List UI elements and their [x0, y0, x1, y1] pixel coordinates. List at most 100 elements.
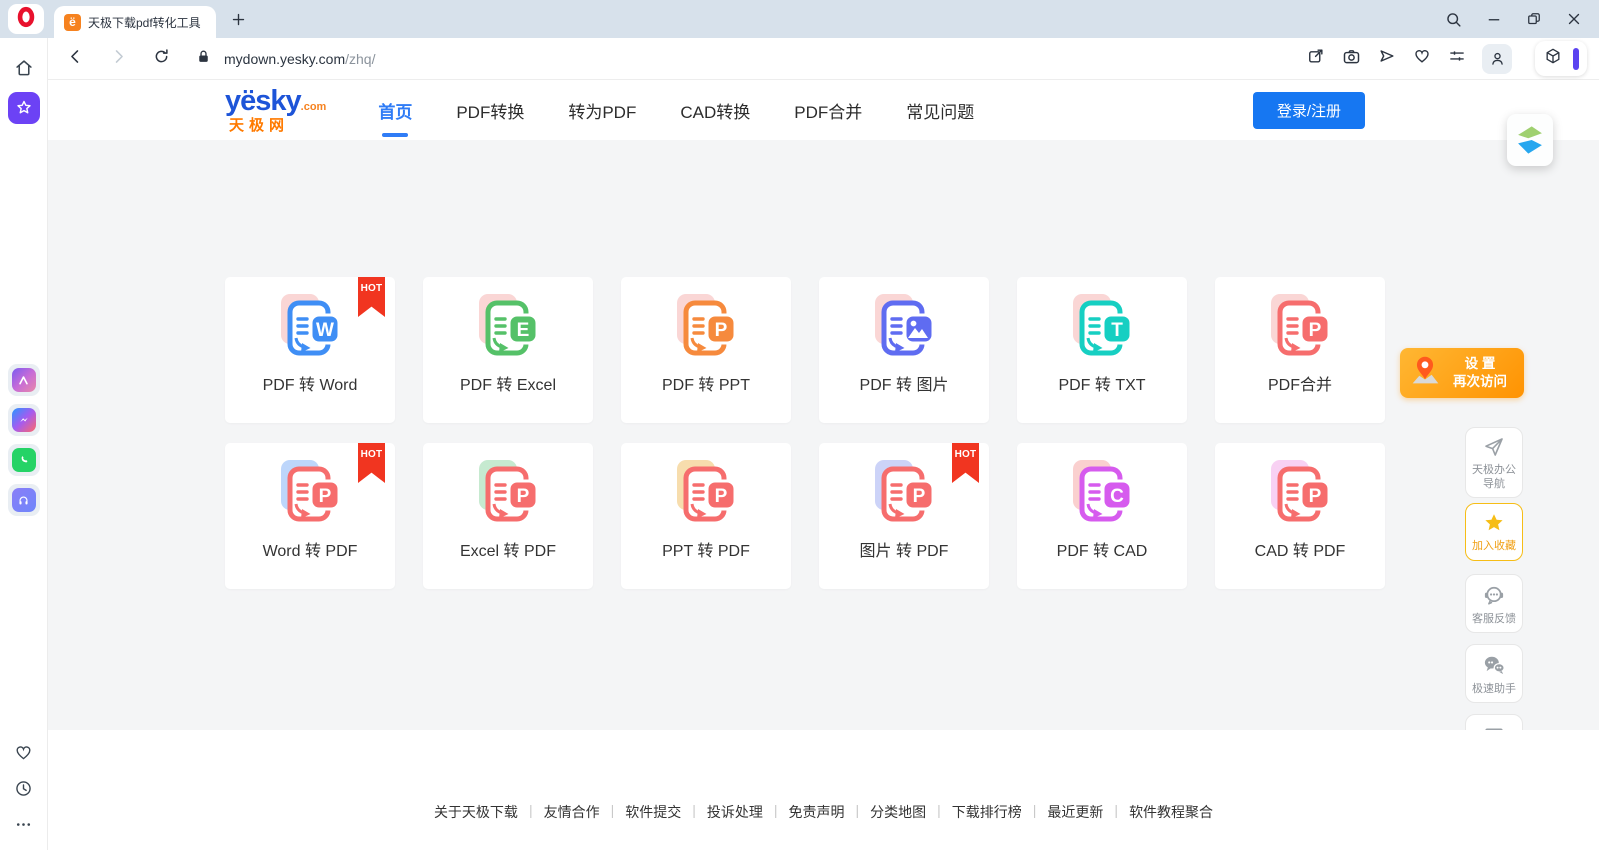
paper-plane-icon [1482, 435, 1506, 464]
tool-icon: W [273, 288, 347, 367]
share-page-icon[interactable] [1306, 46, 1326, 71]
tool-icon: P [867, 454, 941, 533]
home-icon[interactable] [8, 52, 40, 84]
player-headphones-app-icon[interactable] [8, 484, 40, 516]
tool-card-label: Word 转 PDF [263, 537, 358, 561]
history-clock-icon[interactable] [13, 778, 34, 804]
floating-widget[interactable]: 天极办公导航 [1465, 427, 1523, 498]
browser-tab[interactable]: ë 天极下载pdf转化工具 [54, 6, 216, 38]
footer-link[interactable]: 关于天极下载 [434, 802, 518, 822]
svg-text:T: T [1111, 320, 1123, 341]
nav-item[interactable]: 常见问题 [906, 90, 974, 131]
tool-card[interactable]: PPPT 转 PDF [621, 443, 791, 589]
footer-link[interactable]: 友情合作 [544, 802, 600, 822]
tool-card-label: PDF 转 图片 [860, 371, 949, 395]
restore-button[interactable] [1525, 10, 1543, 28]
hot-badge: HOT [358, 277, 385, 317]
bookmarks-heart-icon[interactable] [13, 742, 34, 768]
svg-text:P: P [913, 486, 926, 507]
url-path: /zhq/ [345, 51, 375, 67]
tool-card-label: PDF 转 Excel [460, 371, 556, 395]
forward-icon[interactable] [109, 47, 128, 71]
tool-card-label: Excel 转 PDF [460, 537, 556, 561]
favorites-heart-icon[interactable] [1412, 46, 1432, 71]
footer-separator: | [1114, 802, 1118, 818]
tool-card-label: PDF 转 TXT [1058, 371, 1145, 395]
back-icon[interactable] [66, 47, 85, 71]
tool-icon: P [669, 288, 743, 367]
new-tab-button[interactable] [226, 7, 250, 31]
whatsapp-app-icon[interactable] [8, 444, 40, 476]
hot-badge: HOT [358, 443, 385, 483]
footer-separator: | [692, 802, 696, 818]
star-icon [1482, 511, 1506, 540]
tool-card[interactable]: PExcel 转 PDF [423, 443, 593, 589]
widget-label: 加入收藏 [1472, 540, 1516, 554]
aria-app-icon[interactable] [8, 364, 40, 396]
tool-card[interactable]: PCAD 转 PDF [1215, 443, 1385, 589]
footer-link[interactable]: 软件教程聚合 [1129, 802, 1213, 822]
close-button[interactable] [1565, 10, 1583, 28]
nav-item[interactable]: CAD转换 [680, 90, 750, 131]
banner-line1: 设 置 [1465, 356, 1496, 371]
minimize-button[interactable] [1485, 10, 1503, 28]
sidebar-panel-toggle[interactable] [1573, 48, 1579, 70]
sidebar-more-icon[interactable] [13, 814, 34, 840]
chat-icon [1481, 652, 1507, 683]
tool-card-label: PDF 转 CAD [1057, 537, 1148, 561]
pinboard-star-button[interactable] [8, 92, 40, 124]
footer-link[interactable]: 下载排行榜 [952, 802, 1022, 822]
messenger-app-icon[interactable] [8, 404, 40, 436]
login-register-button[interactable]: 登录/注册 [1253, 92, 1365, 129]
hot-badge: HOT [952, 443, 979, 483]
opera-logo-icon [15, 6, 37, 33]
footer-link[interactable]: 软件提交 [625, 802, 681, 822]
tool-card[interactable]: EPDF 转 Excel [423, 277, 593, 423]
snapshot-camera-icon[interactable] [1341, 46, 1362, 72]
footer-links: 关于天极下载|友情合作|软件提交|投诉处理|免责声明|分类地图|下载排行榜|最近… [434, 802, 1213, 850]
opera-menu-button[interactable] [8, 4, 44, 34]
tool-icon [867, 288, 941, 367]
extension-cube-icon[interactable] [1543, 46, 1563, 71]
floating-widget[interactable]: 加入收藏 [1465, 503, 1523, 561]
converter-float-logo[interactable] [1507, 114, 1553, 166]
map-pin-icon [1406, 352, 1444, 395]
tool-icon: P [1263, 288, 1337, 367]
footer-link[interactable]: 分类地图 [870, 802, 926, 822]
floating-widget[interactable]: 客服反馈 [1465, 574, 1523, 633]
nav-item[interactable]: PDF合并 [794, 90, 862, 131]
footer-link[interactable]: 最近更新 [1047, 802, 1103, 822]
nav-item[interactable]: PDF转换 [456, 90, 524, 131]
profile-icon[interactable] [1482, 44, 1512, 74]
svg-text:C: C [1110, 486, 1124, 507]
revisit-banner[interactable]: 设 置 再次访问 [1400, 348, 1524, 398]
tool-card[interactable]: HOT P Word 转 PDF [225, 443, 395, 589]
yesky-logo[interactable]: yësky.com 天极网 [225, 87, 326, 133]
tool-card[interactable]: T PDF 转 TXT [1017, 277, 1187, 423]
nav-item[interactable]: 首页 [378, 90, 412, 131]
tool-card-label: PDF 转 Word [263, 371, 358, 395]
tool-card-label: CAD 转 PDF [1255, 537, 1346, 561]
url-bar[interactable]: mydown.yesky.com/zhq/ [224, 51, 375, 67]
tool-icon: P [273, 454, 347, 533]
tool-card[interactable]: HOT P图片 转 PDF [819, 443, 989, 589]
browser-toolbar: mydown.yesky.com/zhq/ [48, 38, 1599, 80]
footer-link[interactable]: 投诉处理 [707, 802, 763, 822]
tool-card[interactable]: PDF 转 图片 [819, 277, 989, 423]
easy-setup-sliders-icon[interactable] [1447, 46, 1467, 71]
tool-card[interactable]: HOT W PDF 转 Word [225, 277, 395, 423]
widget-label: 导航 [1483, 478, 1505, 492]
tool-card[interactable]: PPDF 转 PPT [621, 277, 791, 423]
search-icon[interactable] [1444, 10, 1463, 29]
tool-card[interactable]: C PDF 转 CAD [1017, 443, 1187, 589]
tool-card[interactable]: PPDF合并 [1215, 277, 1385, 423]
reload-icon[interactable] [152, 47, 171, 71]
lock-icon[interactable] [195, 48, 212, 70]
page-main: HOT W PDF 转 Word EPDF 转 Excel PPDF 转 PPT [48, 140, 1599, 730]
widget-label: 客服反馈 [1472, 613, 1516, 627]
footer-link[interactable]: 免责声明 [789, 802, 845, 822]
nav-item[interactable]: 转为PDF [568, 90, 636, 131]
headset-icon [1481, 582, 1507, 613]
send-to-device-icon[interactable] [1377, 46, 1397, 71]
floating-widget[interactable]: 极速助手 [1465, 644, 1523, 703]
